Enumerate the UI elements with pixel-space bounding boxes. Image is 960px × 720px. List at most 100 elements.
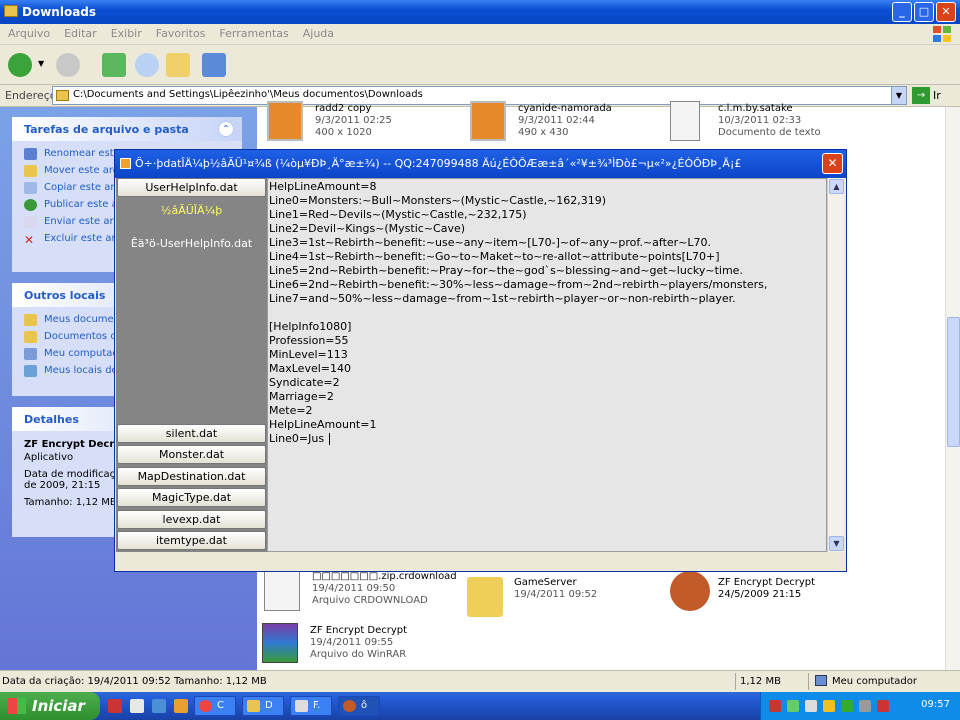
folder-icon xyxy=(467,577,503,617)
file-button-magictype[interactable]: MagicType.dat xyxy=(117,488,266,507)
collapse-icon[interactable]: ⌃ xyxy=(218,121,234,137)
windows-logo-icon xyxy=(8,698,26,714)
vertical-scrollbar[interactable] xyxy=(945,107,960,670)
close-button[interactable]: ✕ xyxy=(936,2,956,22)
file-button-itemtype[interactable]: itemtype.dat xyxy=(117,531,266,550)
tray-icon[interactable] xyxy=(787,700,799,712)
clock: 09:57 xyxy=(921,699,950,710)
file-button-userhelpinfo[interactable]: UserHelpInfo.dat xyxy=(117,178,266,197)
status-computer: Meu computador xyxy=(832,676,917,687)
winrar-icon xyxy=(262,623,298,663)
image-file-icon xyxy=(267,101,303,141)
text-caret xyxy=(329,433,331,445)
go-button[interactable]: Ir xyxy=(933,89,941,102)
taskbar-downloads[interactable]: D xyxy=(242,696,284,716)
file-button-levexp[interactable]: levexp.dat xyxy=(117,510,266,529)
search-icon[interactable] xyxy=(135,53,159,77)
tray-icon[interactable] xyxy=(859,700,871,712)
window-titlebar: Downloads _ □ ✕ xyxy=(0,0,960,24)
editor-scrollbar[interactable]: ▲ ▼ xyxy=(827,178,844,552)
other-places-title: Outros locais xyxy=(24,289,106,302)
move-icon xyxy=(24,165,37,177)
menu-ferramentas[interactable]: Ferramentas xyxy=(219,27,288,44)
scrollbar-thumb[interactable] xyxy=(947,317,960,447)
scroll-up-icon[interactable]: ▲ xyxy=(829,179,844,194)
go-arrow-icon[interactable]: → xyxy=(912,87,930,104)
taskbar-app-f[interactable]: F. xyxy=(290,696,332,716)
quicklaunch-icon[interactable] xyxy=(174,699,188,713)
folder-icon xyxy=(56,90,69,101)
quicklaunch-icon[interactable] xyxy=(108,699,122,713)
up-folder-icon[interactable] xyxy=(102,53,126,77)
tray-icon[interactable] xyxy=(841,700,853,712)
taskbar: Iniciar C D F. ô 09:57 xyxy=(0,692,960,720)
copy-icon xyxy=(24,182,37,194)
folder-icon xyxy=(24,331,37,343)
file-item[interactable]: cyanide-namorada 9/3/2011 02:44 490 x 430 xyxy=(470,101,690,151)
system-tray: 09:57 xyxy=(760,692,960,720)
email-icon xyxy=(24,216,37,228)
editor-current-line: Line0=Jus xyxy=(269,432,325,445)
file-item[interactable]: ZF Encrypt Decrypt 24/5/2009 21:15 xyxy=(670,571,890,621)
computer-icon xyxy=(815,675,827,686)
details-title: Detalhes xyxy=(24,413,79,426)
dialog-close-button[interactable]: ✕ xyxy=(822,153,843,174)
window-icon xyxy=(295,700,308,712)
folder-icon xyxy=(24,314,37,326)
toolbar: ▼ xyxy=(0,45,960,85)
quicklaunch-icon[interactable] xyxy=(130,699,144,713)
taskbar-chrome[interactable]: C xyxy=(194,696,236,716)
menu-arquivo[interactable]: Arquivo xyxy=(8,27,50,44)
tray-icon[interactable] xyxy=(769,700,781,712)
decrypt-file-label[interactable]: ½âÃÜÎÄ¼þ xyxy=(116,204,267,217)
folders-icon[interactable] xyxy=(166,53,190,77)
volume-icon[interactable] xyxy=(805,700,817,712)
maximize-button[interactable]: □ xyxy=(914,2,934,22)
delete-icon: ✕ xyxy=(24,233,35,247)
file-item[interactable]: □□□□□□□.zip.crdownload 19/4/2011 09:50 Arq… xyxy=(264,571,484,621)
file-tasks-title: Tarefas de arquivo e pasta xyxy=(24,123,189,136)
file-button-monster[interactable]: Monster.dat xyxy=(117,445,266,464)
menu-editar[interactable]: Editar xyxy=(64,27,97,44)
menu-favoritos[interactable]: Favoritos xyxy=(156,27,206,44)
application-icon xyxy=(670,571,710,611)
menu-exibir[interactable]: Exibir xyxy=(111,27,142,44)
file-item[interactable]: c.l.m.by.satake 10/3/2011 02:33 Documento … xyxy=(670,101,890,151)
output-file-label[interactable]: Êä³ö-UserHelpInfo.dat xyxy=(116,237,267,250)
window-title: Downloads xyxy=(22,5,97,19)
file-panel: UserHelpInfo.dat ½âÃÜÎÄ¼þ Êä³ö-UserHelpI… xyxy=(116,178,267,552)
rename-icon xyxy=(24,148,37,160)
back-dropdown-icon[interactable]: ▼ xyxy=(38,59,44,68)
app-icon xyxy=(120,158,131,169)
forward-icon[interactable] xyxy=(56,53,80,77)
start-button[interactable]: Iniciar xyxy=(0,692,100,720)
address-dropdown-icon[interactable]: ▼ xyxy=(891,87,906,104)
taskbar-decryptor[interactable]: ô xyxy=(338,696,380,716)
antivirus-icon[interactable] xyxy=(877,700,889,712)
status-bar: Data da criação: 19/4/2011 09:52 Tamanho… xyxy=(0,670,960,692)
scroll-down-icon[interactable]: ▼ xyxy=(829,536,844,551)
text-editor[interactable]: HelpLineAmount=8 Line0=Monsters:~Bull~Mon… xyxy=(267,178,827,552)
security-icon[interactable] xyxy=(823,700,835,712)
globe-icon xyxy=(24,199,37,211)
file-button-mapdestination[interactable]: MapDestination.dat xyxy=(117,467,266,486)
computer-icon xyxy=(24,348,37,360)
download-file-icon xyxy=(264,571,300,611)
file-item[interactable]: ZF Encrypt Decrypt 19/4/2011 09:55 Arquivo… xyxy=(262,623,482,673)
image-file-icon xyxy=(470,101,506,141)
dialog-titlebar: Ö÷·þdatÎÄ¼þ½âÃÜ¹¤¾ß (¼òµ¥ÐÞ¸Ä°æ±¾) -- QQ… xyxy=(115,150,846,178)
text-file-icon xyxy=(670,101,700,141)
dialog-title: Ö÷·þdatÎÄ¼þ½âÃÜ¹¤¾ß (¼òµ¥ÐÞ¸Ä°æ±¾) -- QQ… xyxy=(135,157,742,170)
quicklaunch-icon[interactable] xyxy=(152,699,166,713)
minimize-button[interactable]: _ xyxy=(892,2,912,22)
file-button-silent[interactable]: silent.dat xyxy=(117,424,266,443)
network-icon xyxy=(24,365,37,377)
file-item[interactable]: GameServer 19/4/2011 09:52 xyxy=(467,571,687,621)
file-item[interactable]: radd2 copy 9/3/2011 02:25 400 x 1020 xyxy=(267,101,487,151)
back-icon[interactable] xyxy=(8,53,32,77)
folder-icon xyxy=(247,700,260,712)
folder-icon xyxy=(4,5,18,17)
views-icon[interactable] xyxy=(202,53,226,77)
menu-ajuda[interactable]: Ajuda xyxy=(303,27,334,44)
dat-decryptor-dialog: Ö÷·þdatÎÄ¼þ½âÃÜ¹¤¾ß (¼òµ¥ÐÞ¸Ä°æ±¾) -- QQ… xyxy=(114,149,847,572)
